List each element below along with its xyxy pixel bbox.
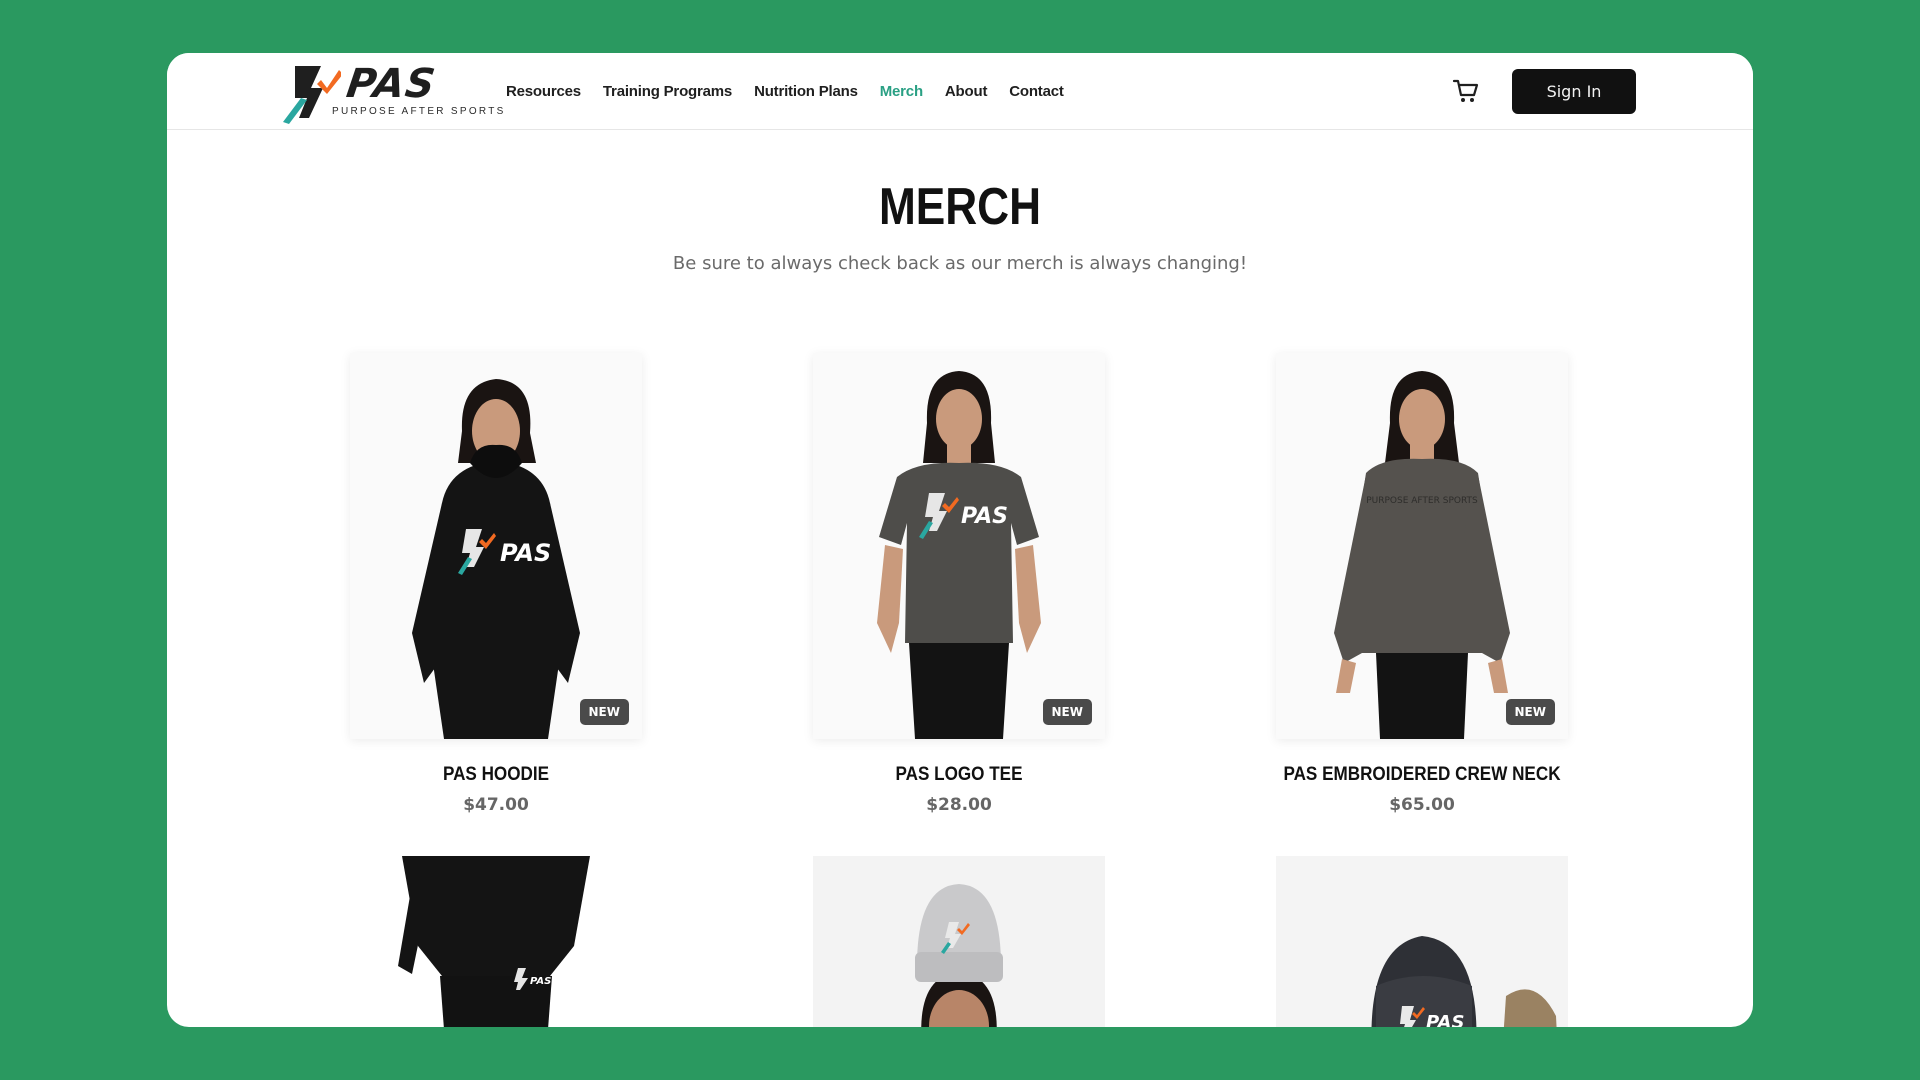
nav-merch[interactable]: Merch	[880, 83, 923, 100]
nav-nutrition-plans[interactable]: Nutrition Plans	[754, 83, 858, 100]
browser-page: PAS PURPOSE AFTER SPORTS Resources Train…	[167, 53, 1753, 1027]
product-price: $28.00	[926, 795, 992, 815]
nav-training-programs[interactable]: Training Programs	[603, 83, 732, 100]
pas-logo[interactable]: PAS PURPOSE AFTER SPORTS	[281, 60, 503, 124]
new-badge: NEW	[1505, 699, 1555, 725]
product-image-logo-tee[interactable]: PAS NEW	[813, 353, 1105, 739]
svg-text:PAS: PAS	[961, 504, 1008, 529]
product-name[interactable]: PAS HOODIE	[311, 764, 682, 786]
new-badge: NEW	[579, 699, 629, 725]
nav-contact[interactable]: Contact	[1009, 83, 1064, 100]
page-title: MERCH	[878, 178, 1042, 236]
logo-wordmark: PAS	[343, 61, 439, 107]
product-name[interactable]: PAS EMBROIDERED CREW NECK	[1237, 764, 1608, 786]
svg-text:PAS: PAS	[1426, 1012, 1464, 1027]
product-image-sweatpants[interactable]: PAS	[350, 856, 642, 1027]
nav-about[interactable]: About	[945, 83, 988, 100]
product-image-cap[interactable]: PAS	[1276, 856, 1568, 1027]
nav-resources[interactable]: Resources	[506, 83, 581, 100]
page-subtitle: Be sure to always check back as our merc…	[672, 253, 1248, 274]
svg-text:PAS: PAS	[530, 976, 551, 987]
top-navbar: PAS PURPOSE AFTER SPORTS Resources Train…	[167, 53, 1753, 130]
main-nav: Resources Training Programs Nutrition Pl…	[506, 53, 1064, 129]
sign-in-button[interactable]: Sign In	[1512, 69, 1636, 114]
logo-tagline: PURPOSE AFTER SPORTS	[332, 106, 506, 117]
new-badge: NEW	[1042, 699, 1092, 725]
svg-text:PURPOSE AFTER SPORTS: PURPOSE AFTER SPORTS	[1366, 496, 1478, 506]
product-price: $47.00	[463, 795, 529, 815]
product-price: $65.00	[1389, 795, 1455, 815]
svg-text:PAS: PAS	[500, 539, 551, 567]
product-image-hoodie[interactable]: PAS NEW	[350, 353, 642, 739]
product-image-crew-neck[interactable]: PURPOSE AFTER SPORTS NEW	[1276, 353, 1568, 739]
product-name[interactable]: PAS LOGO TEE	[774, 764, 1145, 786]
cart-icon[interactable]	[1452, 77, 1480, 105]
product-image-beanie[interactable]	[813, 856, 1105, 1027]
